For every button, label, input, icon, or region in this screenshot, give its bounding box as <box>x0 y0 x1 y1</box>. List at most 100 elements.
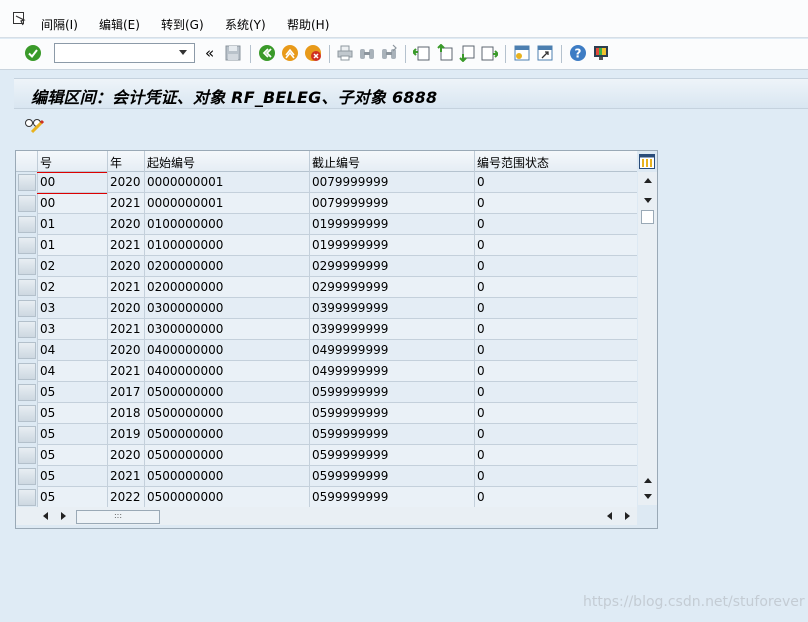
cell-year[interactable]: 2021 <box>107 466 144 487</box>
scroll-left-icon[interactable] <box>607 512 612 520</box>
cell-to-number[interactable]: 0599999999 <box>309 487 474 508</box>
row-selector[interactable] <box>18 405 36 422</box>
cell-no[interactable]: 02 <box>37 256 107 277</box>
menu-goto[interactable]: 转到(G) <box>161 16 204 33</box>
table-row[interactable]: 05 2018 0500000000 0599999999 0 <box>16 403 637 424</box>
cell-year[interactable]: 2020 <box>107 298 144 319</box>
cell-from-number[interactable]: 0000000001 <box>144 172 309 193</box>
cell-range-status[interactable]: 0 <box>474 382 637 403</box>
row-selector[interactable] <box>18 342 36 359</box>
cell-year[interactable]: 2017 <box>107 382 144 403</box>
cell-to-number[interactable]: 0399999999 <box>309 319 474 340</box>
cell-year[interactable]: 2021 <box>107 193 144 214</box>
save-icon[interactable] <box>224 44 242 62</box>
table-row[interactable]: 03 2021 0300000000 0399999999 0 <box>16 319 637 340</box>
scroll-right-icon[interactable] <box>625 512 630 520</box>
cell-from-number[interactable]: 0300000000 <box>144 298 309 319</box>
horizontal-scrollbar[interactable]: ::: <box>16 507 637 525</box>
cell-range-status[interactable]: 0 <box>474 319 637 340</box>
table-row[interactable]: 05 2022 0500000000 0599999999 0 <box>16 487 637 508</box>
row-selector[interactable] <box>18 426 36 443</box>
menu-system[interactable]: 系统(Y) <box>225 16 266 33</box>
table-row[interactable]: 05 2019 0500000000 0599999999 0 <box>16 424 637 445</box>
cell-to-number[interactable]: 0199999999 <box>309 235 474 256</box>
cell-to-number[interactable]: 0599999999 <box>309 403 474 424</box>
command-dropdown-icon[interactable] <box>179 50 187 55</box>
cell-to-number[interactable]: 0499999999 <box>309 340 474 361</box>
cell-to-number[interactable]: 0499999999 <box>309 361 474 382</box>
cell-from-number[interactable]: 0200000000 <box>144 256 309 277</box>
row-selector[interactable] <box>18 489 36 506</box>
cell-no[interactable]: 00 <box>37 193 107 214</box>
cell-range-status[interactable]: 0 <box>474 193 637 214</box>
scroll-left-icon[interactable] <box>43 512 48 520</box>
column-header-range-status[interactable]: 编号范围状态 <box>474 151 637 172</box>
scroll-down-icon[interactable] <box>644 198 652 203</box>
cell-from-number[interactable]: 0100000000 <box>144 235 309 256</box>
cell-to-number[interactable]: 0599999999 <box>309 424 474 445</box>
cell-from-number[interactable]: 0500000000 <box>144 382 309 403</box>
scroll-right-icon[interactable] <box>61 512 66 520</box>
customize-layout-icon[interactable] <box>592 44 610 62</box>
enter-check-icon[interactable] <box>24 44 42 62</box>
cell-year[interactable]: 2020 <box>107 445 144 466</box>
cell-year[interactable]: 2020 <box>107 172 144 193</box>
previous-page-icon[interactable] <box>436 44 454 62</box>
scroll-down-icon[interactable] <box>644 494 652 499</box>
cell-year[interactable]: 2021 <box>107 319 144 340</box>
cell-from-number[interactable]: 0500000000 <box>144 424 309 445</box>
cell-range-status[interactable]: 0 <box>474 487 637 508</box>
table-row[interactable]: 04 2021 0400000000 0499999999 0 <box>16 361 637 382</box>
cell-no[interactable]: 04 <box>37 340 107 361</box>
row-selector[interactable] <box>18 279 36 296</box>
find-icon[interactable] <box>358 44 376 62</box>
scroll-up-icon[interactable] <box>644 178 652 183</box>
table-row[interactable]: 02 2021 0200000000 0299999999 0 <box>16 277 637 298</box>
row-selector[interactable] <box>18 216 36 233</box>
row-selector[interactable] <box>18 174 36 191</box>
table-row[interactable]: 00 2021 0000000001 0079999999 0 <box>16 193 637 214</box>
column-header-to-number[interactable]: 截止编号 <box>309 151 474 172</box>
cell-range-status[interactable]: 0 <box>474 298 637 319</box>
cell-to-number[interactable]: 0079999999 <box>309 193 474 214</box>
cell-from-number[interactable]: 0100000000 <box>144 214 309 235</box>
cell-to-number[interactable]: 0599999999 <box>309 382 474 403</box>
menu-edit[interactable]: 编辑(E) <box>99 16 140 33</box>
cell-year[interactable]: 2019 <box>107 424 144 445</box>
cell-no[interactable]: 01 <box>37 235 107 256</box>
cell-range-status[interactable]: 0 <box>474 403 637 424</box>
cell-year[interactable]: 2021 <box>107 277 144 298</box>
menu-interval[interactable]: 间隔(I) <box>41 16 78 33</box>
table-row[interactable]: 05 2021 0500000000 0599999999 0 <box>16 466 637 487</box>
cell-to-number[interactable]: 0599999999 <box>309 445 474 466</box>
cell-from-number[interactable]: 0500000000 <box>144 445 309 466</box>
display-change-icon[interactable] <box>24 116 44 134</box>
cell-to-number[interactable]: 0079999999 <box>309 172 474 193</box>
cell-range-status[interactable]: 0 <box>474 235 637 256</box>
cell-to-number[interactable]: 0299999999 <box>309 277 474 298</box>
row-selector[interactable] <box>18 447 36 464</box>
cell-range-status[interactable]: 0 <box>474 340 637 361</box>
row-selector[interactable] <box>18 258 36 275</box>
cell-no[interactable]: 05 <box>37 487 107 508</box>
cell-range-status[interactable]: 0 <box>474 172 637 193</box>
cell-no[interactable]: 05 <box>37 382 107 403</box>
table-row[interactable]: 05 2017 0500000000 0599999999 0 <box>16 382 637 403</box>
cell-year[interactable]: 2020 <box>107 340 144 361</box>
cell-range-status[interactable]: 0 <box>474 256 637 277</box>
cell-year[interactable]: 2020 <box>107 256 144 277</box>
cell-from-number[interactable]: 0500000000 <box>144 466 309 487</box>
cell-range-status[interactable]: 0 <box>474 277 637 298</box>
help-icon[interactable]: ? <box>569 44 587 62</box>
last-page-icon[interactable] <box>480 44 498 62</box>
cell-from-number[interactable]: 0200000000 <box>144 277 309 298</box>
next-page-icon[interactable] <box>458 44 476 62</box>
cell-to-number[interactable]: 0299999999 <box>309 256 474 277</box>
table-row[interactable]: 01 2020 0100000000 0199999999 0 <box>16 214 637 235</box>
column-settings-icon[interactable] <box>639 154 655 169</box>
cell-range-status[interactable]: 0 <box>474 214 637 235</box>
cell-range-status[interactable]: 0 <box>474 424 637 445</box>
cell-range-status[interactable]: 0 <box>474 361 637 382</box>
cell-year[interactable]: 2021 <box>107 361 144 382</box>
horizontal-scroll-thumb[interactable]: ::: <box>76 510 160 524</box>
